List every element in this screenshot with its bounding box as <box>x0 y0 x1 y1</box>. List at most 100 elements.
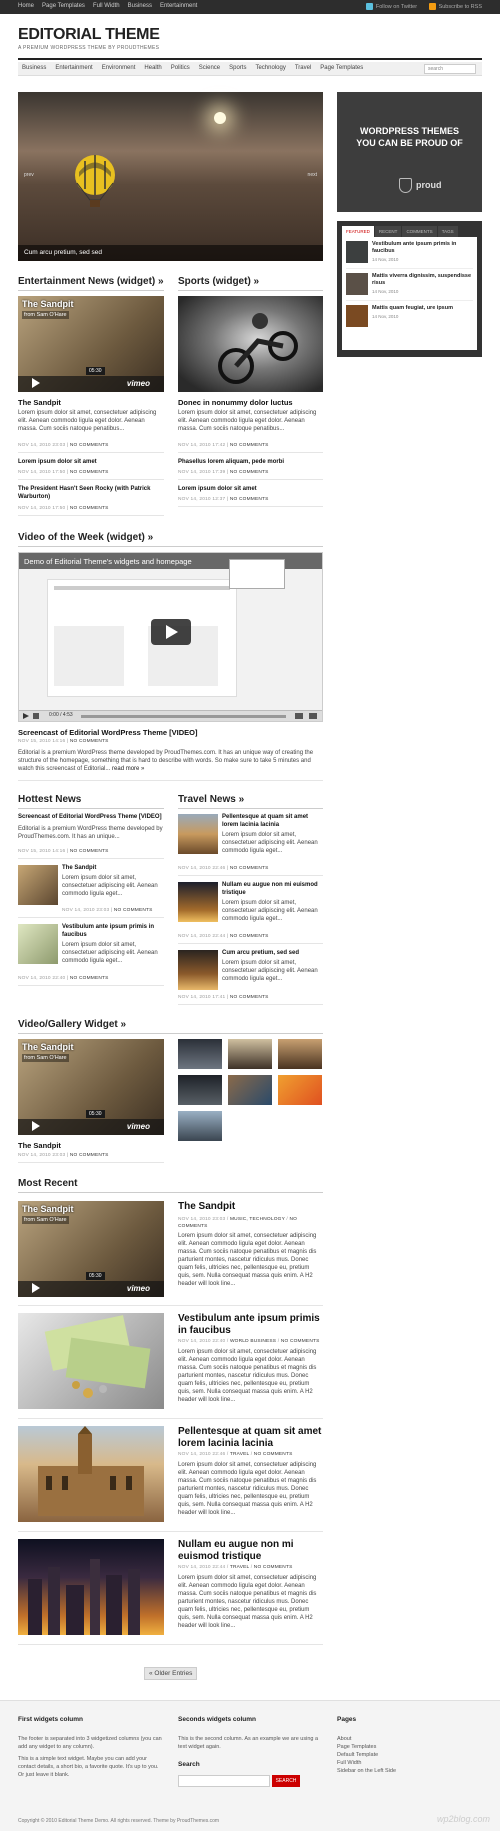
gallery-heading[interactable]: Video/Gallery Widget » <box>18 1019 126 1030</box>
footer-search-input[interactable] <box>178 1775 270 1787</box>
nav-item-environment[interactable]: Environment <box>102 65 136 71</box>
video-title[interactable]: The Sandpit <box>22 299 74 309</box>
nav-item-health[interactable]: Health <box>144 65 161 71</box>
post-title[interactable]: The President Hasn't Seen Rocky (with Pa… <box>18 486 164 501</box>
video-title[interactable]: The Sandpit <box>22 1204 74 1214</box>
post-title[interactable]: Nullam eu augue non mi euismod tristique <box>222 882 323 897</box>
travel-news-heading[interactable]: Travel News » <box>178 794 244 805</box>
nav-item-travel[interactable]: Travel <box>295 65 311 71</box>
nav-item-technology[interactable]: Technology <box>255 65 285 71</box>
post-title[interactable]: Screencast of Editorial WordPress Theme … <box>18 814 164 822</box>
nav-item-business[interactable]: Business <box>22 65 46 71</box>
post-categories[interactable]: MUSIC, TECHNOLOGY <box>230 1217 285 1222</box>
video-author[interactable]: from Sam O'Hare <box>22 311 69 319</box>
search-input[interactable]: search <box>424 64 476 74</box>
tab-tags[interactable]: TAGS <box>437 226 458 237</box>
play-button[interactable] <box>151 619 191 645</box>
video-title[interactable]: The Sandpit <box>22 1042 74 1052</box>
tab-list-item[interactable]: Vestibulum ante ipsum primis in faucibus… <box>346 241 473 269</box>
nav-item-sports[interactable]: Sports <box>229 65 246 71</box>
post-title[interactable]: Phasellus lorem aliquam, pede morbi <box>178 459 284 467</box>
thumbnail[interactable] <box>18 865 58 905</box>
video-player[interactable]: The Sandpit from Sam O'Hare 05:30 vimeo <box>18 1039 164 1135</box>
post-title[interactable]: Donec in nonummy dolor luctus <box>178 398 323 407</box>
gallery-thumb[interactable] <box>178 1075 222 1105</box>
sports-photo[interactable] <box>178 296 323 392</box>
top-link-home[interactable]: Home <box>18 3 34 9</box>
video-of-week-heading[interactable]: Video of the Week (widget) » <box>18 532 153 543</box>
gallery-thumb[interactable] <box>228 1039 272 1069</box>
play-icon[interactable] <box>32 1121 40 1131</box>
post-image[interactable] <box>18 1539 164 1635</box>
gallery-thumb[interactable] <box>278 1039 322 1069</box>
thumbnail[interactable] <box>178 882 218 922</box>
tab-list-item[interactable]: Mattis quam feugiat, ure ipsum 14 Nov, 20… <box>346 305 473 333</box>
slider-caption[interactable]: Cum arcu pretium, sed sed <box>18 245 323 261</box>
read-more-link[interactable]: read more » <box>112 766 144 772</box>
vimeo-logo[interactable]: vimeo <box>127 1284 150 1293</box>
play-icon[interactable] <box>32 1283 40 1293</box>
post-title[interactable]: Screencast of Editorial WordPress Theme … <box>18 728 198 737</box>
post-image[interactable] <box>18 1426 164 1522</box>
entertainment-heading[interactable]: Entertainment News (widget) » <box>18 276 164 287</box>
post-title[interactable]: The Sandpit <box>18 1141 61 1150</box>
post-image[interactable] <box>18 1313 164 1409</box>
fullscreen-icon[interactable] <box>309 713 317 719</box>
screencast-player[interactable]: Demo of Editorial Theme's widgets and ho… <box>18 552 323 722</box>
post-title[interactable]: The Sandpit <box>178 1201 323 1213</box>
top-link-full-width[interactable]: Full Width <box>93 3 120 9</box>
gallery-thumb[interactable] <box>278 1075 322 1105</box>
gallery-thumb[interactable] <box>228 1075 272 1105</box>
rss-link[interactable]: Subscribe to RSS <box>428 3 482 10</box>
footer-page-link[interactable]: Default Template <box>337 1751 378 1759</box>
post-title[interactable]: Pellentesque at quam sit amet lorem laci… <box>222 814 323 829</box>
nav-item-politics[interactable]: Politics <box>171 65 190 71</box>
vimeo-logo[interactable]: vimeo <box>127 1122 150 1131</box>
post-title[interactable]: Pellentesque at quam sit amet lorem laci… <box>178 1426 323 1450</box>
video-author[interactable]: from Sam O'Hare <box>22 1054 69 1062</box>
play-icon[interactable] <box>23 713 29 719</box>
slider-next[interactable]: next <box>308 172 317 178</box>
footer-page-link[interactable]: Sidebar on the Left Side <box>337 1767 396 1775</box>
post-title[interactable]: Cum arcu pretium, sed sed <box>222 950 323 958</box>
tab-list-item[interactable]: Mattis viverra dignissim, suspendisse ri… <box>346 273 473 301</box>
post-title[interactable]: The Sandpit <box>62 865 164 873</box>
tab-item-title[interactable]: Mattis quam feugiat, ure ipsum <box>372 305 453 312</box>
gallery-thumb[interactable] <box>178 1039 222 1069</box>
top-link-page-templates[interactable]: Page Templates <box>42 3 85 9</box>
post-title[interactable]: Vestibulum ante ipsum primis in faucibus <box>178 1313 323 1337</box>
tab-recent[interactable]: RECENT <box>374 226 402 237</box>
play-icon[interactable] <box>32 378 40 388</box>
nav-item-page-templates[interactable]: Page Templates <box>320 65 363 71</box>
top-link-business[interactable]: Business <box>128 3 152 9</box>
footer-page-link[interactable]: Full Width <box>337 1759 361 1767</box>
slider-prev[interactable]: prev <box>24 172 34 178</box>
footer-search-button[interactable]: SEARCH <box>272 1775 300 1787</box>
sports-heading[interactable]: Sports (widget) » <box>178 276 259 287</box>
nav-item-science[interactable]: Science <box>199 65 220 71</box>
post-title[interactable]: Vestibulum ante ipsum primis in faucibus <box>62 924 164 939</box>
sidebar-ad[interactable]: WORDPRESS THEMES YOU CAN BE PROUD OF prou… <box>337 92 482 212</box>
volume-icon[interactable] <box>33 713 39 719</box>
tab-item-title[interactable]: Mattis viverra dignissim, suspendisse ri… <box>372 273 473 287</box>
twitter-link[interactable]: Follow on Twitter <box>365 3 417 10</box>
footer-page-link[interactable]: About <box>337 1735 351 1743</box>
site-logo[interactable]: EDITORIAL THEME <box>18 26 160 44</box>
seek-bar[interactable] <box>81 715 286 718</box>
vimeo-logo[interactable]: vimeo <box>127 379 150 388</box>
hottest-news-heading[interactable]: Hottest News <box>18 794 81 805</box>
comments-link[interactable]: NO COMMENTS <box>70 443 109 448</box>
post-title[interactable]: Lorem ipsum dolor sit amet <box>18 459 164 467</box>
video-player[interactable]: The Sandpit from Sam O'Hare 05:30 vimeo <box>18 296 164 392</box>
thumbnail[interactable] <box>178 950 218 990</box>
post-title[interactable]: The Sandpit <box>18 398 61 407</box>
tab-comments[interactable]: COMMENTS <box>402 226 437 237</box>
featured-slider[interactable]: prev next Cum arcu pretium, sed sed <box>18 92 323 261</box>
post-title[interactable]: Nullam eu augue non mi euismod tristique <box>178 1539 323 1563</box>
footer-page-link[interactable]: Page Templates <box>337 1743 376 1751</box>
nav-item-entertainment[interactable]: Entertainment <box>55 65 92 71</box>
video-player[interactable]: The Sandpit from Sam O'Hare 05:30 vimeo <box>18 1201 164 1297</box>
thumbnail[interactable] <box>18 924 58 964</box>
settings-icon[interactable] <box>295 713 303 719</box>
post-title[interactable]: Lorem ipsum dolor sit amet <box>178 486 257 494</box>
